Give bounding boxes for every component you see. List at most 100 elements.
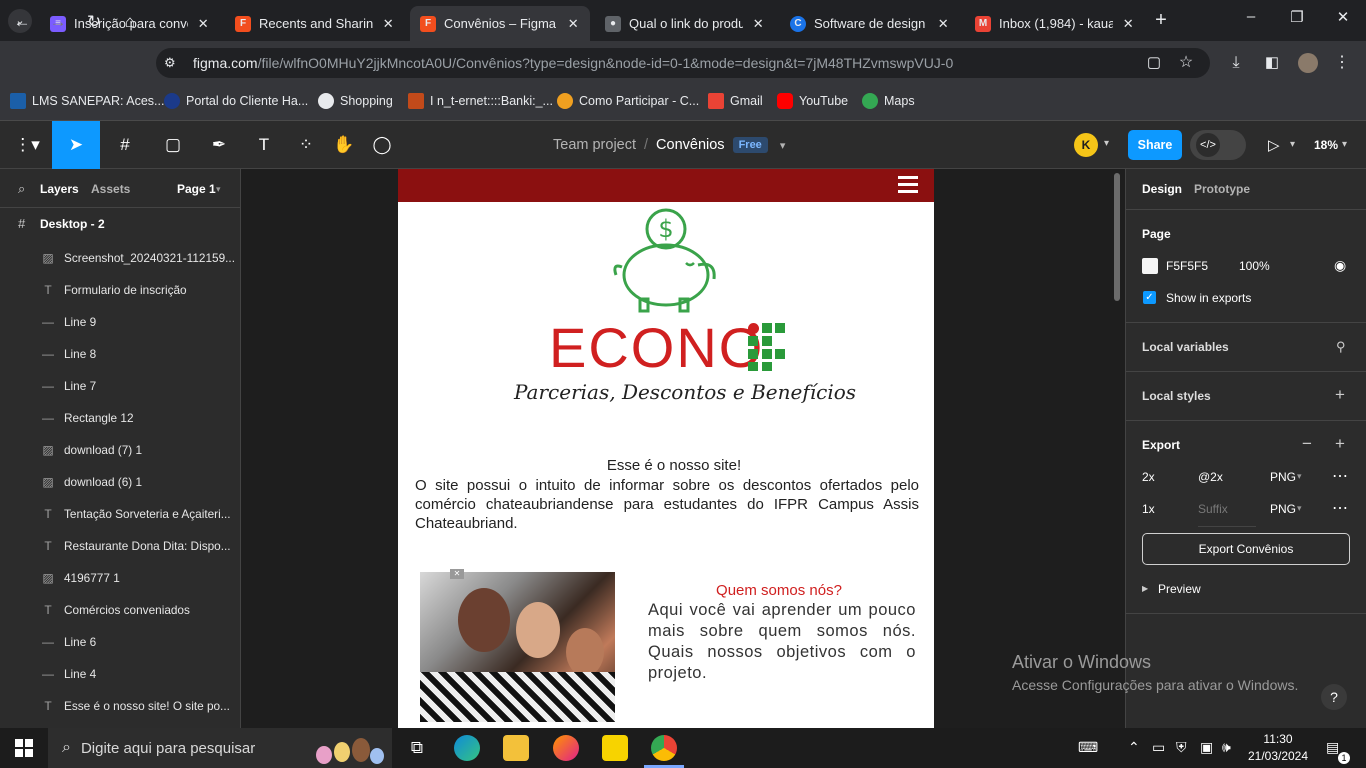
network-icon[interactable]: ▣ xyxy=(1200,739,1213,756)
layer-row[interactable]: — Line 9 xyxy=(0,306,240,338)
share-button[interactable]: Share xyxy=(1128,130,1182,160)
url-text[interactable]: figma.com/file/wlfnO0MHuY2jjkMncotA0U/Co… xyxy=(193,55,953,71)
page-color-swatch[interactable] xyxy=(1142,258,1158,274)
zoom-chevron-icon[interactable]: ▾ xyxy=(1342,139,1347,150)
layer-row[interactable]: ▨ 4196777 1 xyxy=(0,562,240,594)
tab-design[interactable]: Design xyxy=(1142,182,1182,196)
bookmark-item[interactable]: Como Participar - C... xyxy=(557,92,699,110)
restore-window-icon[interactable]: ❐ xyxy=(1274,8,1320,32)
bookmark-item[interactable]: Shopping xyxy=(318,92,393,110)
user-avatar[interactable]: K xyxy=(1074,133,1098,157)
clipboard-icon[interactable]: ▢ xyxy=(1142,51,1166,75)
bookmark-star-icon[interactable]: ☆ xyxy=(1174,51,1198,75)
close-tab-icon[interactable]: ✕ xyxy=(751,16,765,32)
site-info-icon[interactable]: ⚙ xyxy=(164,55,176,71)
variables-settings-icon[interactable]: ⚲ xyxy=(1336,339,1346,355)
bookmark-item[interactable]: Portal do Cliente Ha... xyxy=(164,92,308,110)
bookmark-item[interactable]: Maps xyxy=(862,92,915,110)
page-chevron-icon[interactable]: ▾ xyxy=(216,184,221,195)
layer-row[interactable]: T Comércios conveniados xyxy=(0,594,240,626)
export-format[interactable]: PNG xyxy=(1270,470,1296,484)
tab-prototype[interactable]: Prototype xyxy=(1194,182,1250,196)
minimize-window-icon[interactable]: – xyxy=(1228,8,1274,32)
edge-browser-icon[interactable] xyxy=(454,735,480,761)
layer-row[interactable]: T Esse é o nosso site! O site po... xyxy=(0,690,240,722)
file-name[interactable]: Convênios xyxy=(656,137,725,153)
browser-tab-active[interactable]: F Convênios – Figma ✕ xyxy=(410,6,590,41)
figma-main-menu-icon[interactable]: ⋮▾ xyxy=(8,121,46,169)
help-question-icon[interactable]: ? xyxy=(1321,684,1347,710)
search-layers-icon[interactable]: ⌕ xyxy=(18,181,25,197)
layer-row[interactable]: — Line 8 xyxy=(0,338,240,370)
layer-row[interactable]: ▨ download (6) 1 xyxy=(0,466,240,498)
zoom-level[interactable]: 18% xyxy=(1314,138,1338,152)
close-tab-icon[interactable]: ✕ xyxy=(936,16,950,32)
show-in-exports-checkbox[interactable]: ✓ xyxy=(1143,291,1156,304)
close-tab-icon[interactable]: ✕ xyxy=(1121,16,1135,32)
export-more-icon[interactable]: ⋯ xyxy=(1332,466,1348,486)
layer-row[interactable]: T Tentação Sorveteria e Açaiteri... xyxy=(0,498,240,530)
firefox-icon[interactable] xyxy=(553,735,579,761)
page-opacity-value[interactable]: 100% xyxy=(1239,259,1270,273)
bookmark-item[interactable]: LMS SANEPAR: Aces... xyxy=(10,92,164,110)
tab-layers[interactable]: Layers xyxy=(40,182,79,196)
present-chevron-icon[interactable]: ▾ xyxy=(1290,139,1295,150)
browser-tab[interactable]: C Software de design g ✕ xyxy=(780,6,960,41)
browser-tab[interactable]: M Inbox (1,984) - kauarc ✕ xyxy=(965,6,1145,41)
download-icon[interactable]: ⤓ xyxy=(1224,51,1248,75)
tab-assets[interactable]: Assets xyxy=(91,182,130,196)
export-button[interactable]: Export Convênios xyxy=(1142,533,1350,565)
close-tab-icon[interactable]: ✕ xyxy=(196,16,210,32)
side-panel-icon[interactable]: ◧ xyxy=(1260,51,1284,75)
home-icon[interactable]: ⌂ xyxy=(118,10,142,34)
task-view-icon[interactable]: ⧉ xyxy=(404,735,430,761)
chrome-icon[interactable] xyxy=(651,735,677,761)
frame-tool-icon[interactable]: # xyxy=(104,121,146,169)
close-tab-icon[interactable]: ✕ xyxy=(381,16,395,32)
defender-shield-icon[interactable]: ⛨ xyxy=(1176,739,1187,756)
export-suffix-input[interactable]: Suffix xyxy=(1198,502,1256,527)
system-clock[interactable]: 11:30 21/03/2024 xyxy=(1244,731,1312,765)
layer-row[interactable]: — Line 7 xyxy=(0,370,240,402)
volume-icon[interactable]: 🕪 xyxy=(1222,739,1231,756)
format-chevron-icon[interactable]: ▾ xyxy=(1297,503,1302,514)
layer-row[interactable]: T Restaurante Dona Dita: Dispo... xyxy=(0,530,240,562)
local-styles-label[interactable]: Local styles xyxy=(1142,389,1211,403)
page-color-value[interactable]: F5F5F5 xyxy=(1166,259,1208,273)
close-tab-icon[interactable]: ✕ xyxy=(566,16,580,32)
avatar-chevron-icon[interactable]: ▾ xyxy=(1104,138,1109,149)
preview-caret-icon[interactable]: ▶ xyxy=(1142,584,1148,593)
remove-export-minus-icon[interactable]: − xyxy=(1302,434,1312,454)
layer-row[interactable]: ▨ download (7) 1 xyxy=(0,434,240,466)
close-window-icon[interactable]: ✕ xyxy=(1320,8,1366,32)
layer-row[interactable]: T Formulario de inscrição xyxy=(0,274,240,306)
export-scale[interactable]: 2x xyxy=(1142,470,1155,484)
layer-row[interactable]: — Line 6 xyxy=(0,626,240,658)
local-variables-label[interactable]: Local variables xyxy=(1142,340,1229,354)
export-more-icon[interactable]: ⋯ xyxy=(1332,498,1348,518)
new-tab-plus-icon[interactable]: + xyxy=(1150,9,1172,31)
hand-tool-icon[interactable]: ✋ xyxy=(328,121,360,169)
tray-expand-chevron-icon[interactable]: ⌃ xyxy=(1128,739,1140,756)
add-export-plus-icon[interactable]: + xyxy=(1335,434,1345,454)
windows-start-icon[interactable] xyxy=(15,739,33,757)
present-play-icon[interactable]: ▷ xyxy=(1268,136,1280,154)
forward-arrow-icon[interactable]: → xyxy=(46,10,70,34)
canvas-scrollbar[interactable] xyxy=(1114,173,1120,301)
battery-icon[interactable]: ▭ xyxy=(1152,739,1165,756)
keyboard-icon[interactable]: ⌨ xyxy=(1078,739,1098,756)
comment-tool-icon[interactable]: ◯ xyxy=(366,121,398,169)
layer-row[interactable]: — Line 4 xyxy=(0,658,240,690)
page-selector[interactable]: Page 1 xyxy=(177,182,216,196)
visibility-eye-icon[interactable]: ◉ xyxy=(1334,257,1346,274)
layer-row[interactable]: ▨ Screenshot_20240321-112159... xyxy=(0,242,240,274)
bookmark-item[interactable]: I n_t-ernet::::Banki:_... xyxy=(408,92,553,110)
browser-tab[interactable]: F Recents and Sharing - ✕ xyxy=(225,6,405,41)
sticky-notes-icon[interactable] xyxy=(602,735,628,761)
profile-avatar[interactable] xyxy=(1298,53,1318,73)
layer-row[interactable]: — Rectangle 12 xyxy=(0,402,240,434)
notifications-icon[interactable]: ▤ xyxy=(1326,739,1339,756)
text-tool-icon[interactable]: T xyxy=(248,121,280,169)
move-tool-icon[interactable]: ➤ xyxy=(52,121,100,169)
bookmark-item[interactable]: YouTube xyxy=(777,92,848,110)
